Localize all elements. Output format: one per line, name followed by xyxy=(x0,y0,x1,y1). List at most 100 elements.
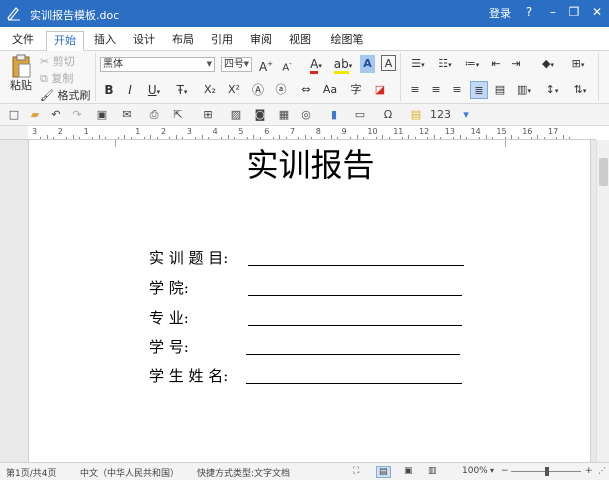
multilevel-list-button[interactable]: ≔▾ xyxy=(461,55,483,73)
bullets-button[interactable]: ☰▾ xyxy=(407,55,429,73)
zoom-slider-thumb[interactable] xyxy=(545,467,549,476)
phonetic-button[interactable]: ⓐ xyxy=(270,81,292,99)
highlight-button[interactable]: ab▾ xyxy=(332,55,354,74)
copy-button[interactable]: ⧉ 复制 xyxy=(40,70,76,88)
chart-sheet-icon[interactable]: ▦ xyxy=(276,107,292,123)
close-button[interactable]: ✕ xyxy=(586,2,608,22)
font-name-select[interactable]: 黑体 ▼ xyxy=(100,57,215,72)
clear-format-button[interactable]: Ⓐ xyxy=(250,81,266,99)
char-scale-button[interactable]: ⇔ xyxy=(296,81,316,99)
focus-mode-icon[interactable]: ⛶ xyxy=(353,466,359,476)
borders-button[interactable]: ⊞▾ xyxy=(566,55,590,73)
customize-toolbar-icon[interactable]: ▾ xyxy=(458,107,474,123)
format-painter-button[interactable]: 🖌 格式刷 xyxy=(40,87,92,105)
open-folder-icon[interactable]: ▰ xyxy=(27,107,43,123)
columns-button[interactable]: ▥▾ xyxy=(512,81,536,99)
scrollbar-thumb[interactable] xyxy=(599,158,608,186)
justify-button[interactable]: ≣ xyxy=(470,81,488,99)
superscript-button[interactable]: X² xyxy=(224,81,244,99)
zoom-in-button[interactable]: + xyxy=(585,466,593,476)
tab-design[interactable]: 设计 xyxy=(127,31,161,51)
increase-indent-button[interactable]: ⇥ xyxy=(508,55,524,73)
help-button[interactable]: ? xyxy=(518,2,540,22)
tab-references[interactable]: 引用 xyxy=(205,31,239,51)
shading-button[interactable]: ◆▾ xyxy=(536,55,560,73)
fill-line xyxy=(246,383,462,384)
change-case-button[interactable]: Aa xyxy=(320,81,340,99)
bold-button[interactable]: B xyxy=(101,81,117,99)
font-color-button[interactable]: A▾ xyxy=(305,55,327,74)
table-icon[interactable]: ⊞ xyxy=(200,107,216,123)
bar-chart-icon[interactable]: ▮ xyxy=(326,107,342,123)
redo-icon[interactable]: ↷ xyxy=(69,107,85,123)
minimize-button[interactable]: – xyxy=(542,2,564,22)
save-icon[interactable]: ▣ xyxy=(94,107,110,123)
shrink-font-button[interactable]: A- xyxy=(279,55,295,73)
tab-home[interactable]: 开始 xyxy=(46,31,84,51)
ruler-tick xyxy=(562,135,564,139)
select-cursor-icon[interactable]: ⇱ xyxy=(170,107,186,123)
font-size-select[interactable]: 四号 ▼ xyxy=(221,57,252,72)
cut-button[interactable]: ✂ 剪切 xyxy=(40,53,76,71)
char-shading-button[interactable]: A xyxy=(360,55,375,73)
phonetic-icon: ⓐ xyxy=(275,83,287,96)
zoom-out-button[interactable]: − xyxy=(501,466,509,476)
symbol-omega-icon[interactable]: Ω xyxy=(380,107,396,123)
underline-button[interactable]: U▾ xyxy=(143,81,165,99)
print-icon[interactable]: ⎙ xyxy=(146,107,162,123)
paste-button[interactable]: 粘贴 xyxy=(6,53,36,101)
web-layout-icon[interactable]: ▣ xyxy=(404,466,413,476)
language-status[interactable]: 中文（中华人民共和国） xyxy=(80,466,179,479)
document-page[interactable]: 实训报告 实 训 题 目: 学 院: 专 业: 学 号: 学 生 姓 名: xyxy=(28,140,591,462)
picture-icon[interactable]: ▨ xyxy=(228,107,244,123)
restore-button[interactable]: ❐ xyxy=(563,2,585,22)
eraser-button[interactable]: ◪ xyxy=(372,81,388,99)
tab-layout[interactable]: 布局 xyxy=(166,31,200,51)
textbox-icon[interactable]: ▭ xyxy=(352,107,368,123)
email-icon[interactable]: ✉ xyxy=(119,107,135,123)
copy-icon: ⧉ xyxy=(40,72,48,85)
decrease-indent-button[interactable]: ⇤ xyxy=(488,55,504,73)
vertical-scrollbar[interactable] xyxy=(596,140,609,462)
tab-view[interactable]: 视图 xyxy=(283,31,317,51)
horizontal-ruler[interactable]: 3 2 1 1 2 3 4 5 6 7 8 9 10 11 12 13 14 15 16 17 xyxy=(28,126,596,140)
grow-font-button[interactable]: A+ xyxy=(258,55,274,74)
align-center-button[interactable]: ≡ xyxy=(428,81,444,99)
numbering-button[interactable]: ☷▾ xyxy=(434,55,456,73)
zoom-level[interactable]: 100% xyxy=(462,466,488,476)
status-bar: 第1页/共4页 中文（中华人民共和国） 快捷方式类型:文字文档 ⛶ ▤ ▣ ▥ … xyxy=(0,462,609,480)
print-layout-icon[interactable]: ▤ xyxy=(376,466,391,478)
read-mode-icon[interactable]: ▥ xyxy=(428,466,437,476)
distributed-button[interactable]: ▤ xyxy=(492,81,508,99)
tab-file[interactable]: 文件 xyxy=(6,31,40,51)
align-left-button[interactable]: ≡ xyxy=(407,81,423,99)
title-bar: 实训报告模板.doc 登录 ? – ❐ ✕ xyxy=(0,0,609,27)
shapes-icon[interactable]: ◎ xyxy=(298,107,314,123)
subscript-button[interactable]: X₂ xyxy=(200,81,220,99)
enclose-char-button[interactable]: 字 xyxy=(346,81,366,99)
change-case-icon: Aa xyxy=(322,83,338,96)
camera-icon[interactable]: ◙ xyxy=(252,107,268,123)
undo-icon[interactable]: ↶ xyxy=(48,107,64,123)
align-right-button[interactable]: ≡ xyxy=(449,81,465,99)
ruler-tick xyxy=(233,137,235,139)
sort-button[interactable]: ⇅▾ xyxy=(568,81,592,99)
login-button[interactable]: 登录 xyxy=(489,5,511,21)
char-border-button[interactable]: A xyxy=(381,55,396,71)
fill-line xyxy=(248,295,462,296)
outdent-icon: ⇤ xyxy=(491,57,501,70)
tab-drawing-pen[interactable]: 绘图笔 xyxy=(324,31,370,51)
italic-button[interactable]: I xyxy=(122,81,138,99)
page-number-icon[interactable]: 123 xyxy=(430,107,451,123)
line-spacing-button[interactable]: ↕▾ xyxy=(540,81,564,99)
ruler-tick xyxy=(504,137,506,139)
zoom-dropdown-icon[interactable]: ▾ xyxy=(490,466,494,475)
tab-insert[interactable]: 插入 xyxy=(88,31,122,51)
ruler-number: 1 xyxy=(135,127,141,136)
page-count[interactable]: 第1页/共4页 xyxy=(6,466,57,479)
ruler-tick xyxy=(485,135,487,139)
tab-review[interactable]: 审阅 xyxy=(244,31,278,51)
comment-icon[interactable]: ▤ xyxy=(408,107,424,123)
strikethrough-button[interactable]: Ŧ▾ xyxy=(171,81,193,99)
new-doc-icon[interactable]: □ xyxy=(6,107,22,123)
